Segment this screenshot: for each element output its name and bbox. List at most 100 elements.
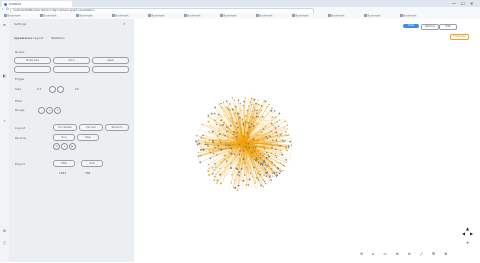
bookmark-item[interactable]: Bookmark <box>4 14 21 17</box>
graph-node <box>219 133 221 135</box>
maximize-icon[interactable]: ☐ <box>461 1 465 6</box>
graph-node <box>275 139 277 141</box>
edit-button[interactable]: Edit <box>439 24 457 30</box>
play-icon[interactable]: ▶ <box>69 143 76 150</box>
graph-node <box>264 167 265 168</box>
list-icon[interactable]: ☰ <box>432 252 439 256</box>
layers-icon[interactable]: ◧ <box>3 74 7 78</box>
info-icon[interactable]: ⓘ <box>3 241 7 245</box>
edge-circle-button[interactable] <box>49 86 56 93</box>
graph-node <box>220 119 222 121</box>
frame-icon[interactable]: ▭ <box>383 252 390 256</box>
zoom-out-icon[interactable]: ⊖ <box>408 252 415 256</box>
back-icon[interactable]: ‹ <box>2 7 3 11</box>
bookmark-item[interactable]: Bookmark <box>328 14 345 17</box>
plus-button[interactable]: + <box>46 107 53 114</box>
graph-node <box>226 126 227 127</box>
graph-node <box>276 172 277 173</box>
graph-node <box>221 161 223 163</box>
graph-node <box>225 115 226 116</box>
bookmark-item[interactable]: Bookmark <box>76 14 93 17</box>
export-png-button[interactable]: PNG <box>53 160 75 167</box>
node-option-button[interactable] <box>92 66 129 73</box>
bookmark-item[interactable]: Bookmark <box>184 14 201 17</box>
node-size-button[interactable]: Node size <box>14 57 51 64</box>
bookmark-item[interactable]: Bookmark <box>148 14 165 17</box>
reload-icon[interactable]: ↻ <box>6 7 9 11</box>
undo-icon[interactable]: ⟲ <box>360 252 367 256</box>
graph-canvas[interactable] <box>134 19 480 262</box>
bookmark-item[interactable]: Bookmark <box>364 14 381 17</box>
graph-node <box>196 135 197 136</box>
bookmark-item[interactable]: Bookmark <box>256 14 273 17</box>
forceatlas-button[interactable]: ForceAtlas <box>53 124 77 131</box>
graph-node <box>231 182 232 183</box>
circular-button[interactable]: Circular <box>79 124 103 131</box>
graph-node <box>276 157 277 158</box>
reset-icon[interactable]: ↺ <box>53 143 60 150</box>
export-height-value[interactable]: 768 <box>85 171 90 175</box>
close-icon[interactable]: ✕ <box>470 1 473 6</box>
graph-node <box>287 150 288 151</box>
view-button[interactable]: View <box>403 24 419 28</box>
bookmark-item[interactable]: Bookmark <box>220 14 237 17</box>
graph-node <box>220 106 221 107</box>
fullscreen-button[interactable]: Fullscreen <box>450 34 469 40</box>
export-svg-button[interactable]: SVG <box>81 160 103 167</box>
graph-node <box>251 98 252 99</box>
graph-node <box>232 97 233 98</box>
node-option-button[interactable] <box>14 66 51 73</box>
edge-min-value[interactable]: 0.1 <box>37 87 41 91</box>
graph-node <box>280 163 281 164</box>
run-button[interactable]: Run <box>53 134 75 141</box>
bookmark-item[interactable]: Bookmark <box>112 14 129 17</box>
pan-up-icon[interactable]: ▲ <box>466 226 469 231</box>
node-color-button[interactable]: Color <box>53 57 90 64</box>
node-label-button[interactable]: Label <box>92 57 129 64</box>
graph-node <box>248 151 249 152</box>
node-option-button[interactable] <box>53 66 90 73</box>
graph-node <box>243 101 245 103</box>
home-icon[interactable]: ⌂ <box>372 252 378 256</box>
edge-max-value[interactable]: 10 <box>75 87 79 91</box>
settings-icon[interactable]: ⚙ <box>3 229 7 233</box>
minus-button[interactable]: - <box>38 107 45 114</box>
bookmark-item[interactable]: Bookmark <box>400 14 417 17</box>
network-graph[interactable] <box>134 19 480 262</box>
minimize-icon[interactable]: — <box>452 1 456 6</box>
graph-node <box>274 172 276 174</box>
graph-node <box>268 154 269 155</box>
filter-icon[interactable]: ▿ <box>3 119 7 123</box>
clear-button[interactable]: × <box>54 107 61 114</box>
bottom-toolbar: ⟲ ⌂ ▭ ⊕ ⊖ ⤢ ☰ ⚙ <box>360 252 451 256</box>
graph-node <box>257 172 259 174</box>
gear-icon[interactable]: ⚙ <box>444 252 451 256</box>
graph-node <box>236 139 237 140</box>
zoom-in-button-icon[interactable]: ⊕ <box>396 252 403 256</box>
graph-node <box>252 145 253 146</box>
graph-node <box>265 125 266 126</box>
pan-left-icon[interactable]: ◀ <box>462 231 465 236</box>
bookmark-item[interactable]: Bookmark <box>292 14 309 17</box>
graph-node <box>256 134 257 135</box>
graph-node <box>247 122 248 123</box>
pause-icon[interactable]: ⏸ <box>61 143 68 150</box>
zoom-in-icon[interactable]: + <box>466 240 469 245</box>
graph-node <box>272 148 273 149</box>
random-button[interactable]: Random <box>105 124 129 131</box>
graph-node <box>231 174 233 176</box>
graph-node <box>249 151 250 152</box>
stop-button[interactable]: Stop <box>77 134 99 141</box>
export-width-value[interactable]: 1024 <box>59 171 66 175</box>
bookmark-item[interactable]: Bookmark <box>40 14 57 17</box>
graph-node <box>276 121 277 122</box>
panel-close-icon[interactable]: ✕ <box>123 22 126 26</box>
options-button[interactable]: Options <box>421 24 439 30</box>
tab-appearance[interactable]: Appearance <box>14 36 32 40</box>
edge-circle-button[interactable] <box>57 86 64 93</box>
expand-icon[interactable]: ⤢ <box>420 252 427 256</box>
menu-icon[interactable]: ≡ <box>3 23 7 27</box>
tab-layout[interactable]: Layout <box>33 36 43 40</box>
pan-right-icon[interactable]: ▶ <box>470 231 473 236</box>
tab-statistics[interactable]: Statistics <box>51 36 65 40</box>
